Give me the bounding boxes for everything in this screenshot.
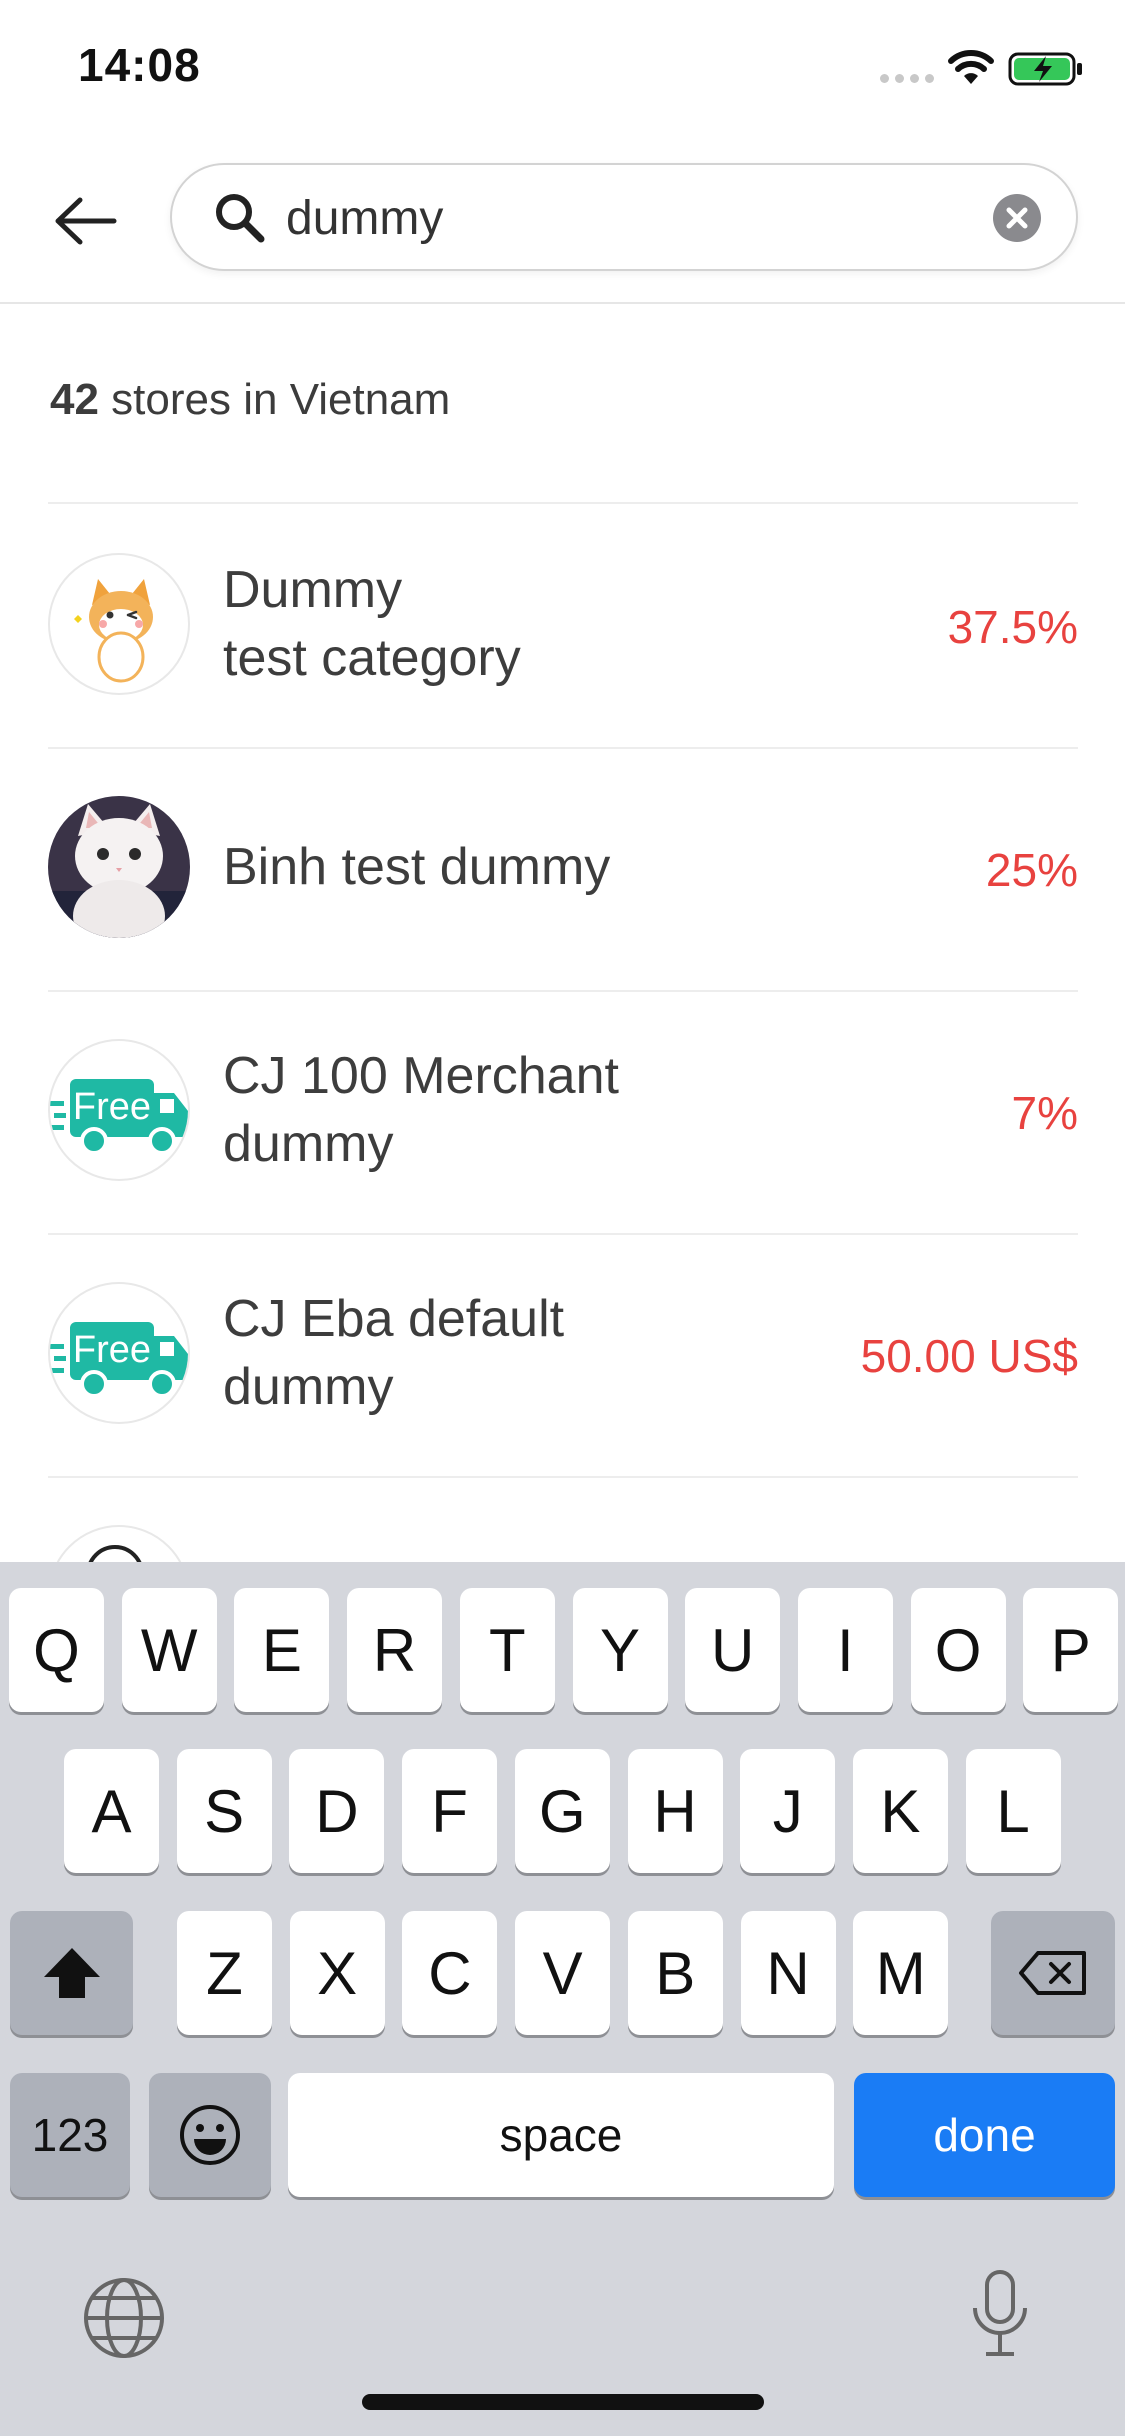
cartoon-cat-avatar: [48, 553, 190, 695]
result-count-label: stores in Vietnam: [98, 375, 451, 424]
numbers-key[interactable]: 123: [10, 2073, 130, 2197]
search-header: [0, 135, 1125, 304]
shift-icon: [43, 1948, 100, 1998]
key-n[interactable]: N: [740, 1911, 836, 2035]
search-icon: [216, 194, 265, 243]
key-h[interactable]: H: [627, 1749, 723, 1873]
clear-search-icon[interactable]: [992, 193, 1042, 243]
key-q[interactable]: Q: [9, 1588, 104, 1712]
status-time: 14:08: [78, 39, 201, 91]
store-name: Dummy test category: [223, 561, 521, 687]
store-avatar: [48, 1525, 190, 1565]
key-f[interactable]: F: [402, 1749, 498, 1873]
key-k[interactable]: K: [852, 1749, 948, 1873]
key-a[interactable]: A: [64, 1749, 159, 1873]
search-input[interactable]: [284, 179, 938, 257]
cellular-signal-icon: [880, 74, 934, 83]
space-key[interactable]: space: [288, 2073, 834, 2197]
wifi-icon: [948, 50, 994, 84]
key-o[interactable]: O: [910, 1588, 1006, 1712]
store-name: CJ Eba default dummy: [223, 1290, 565, 1416]
home-indicator: [362, 2394, 764, 2410]
truck-logo-text: Free: [73, 1086, 151, 1128]
store-row[interactable]: Free CJ Eba default dummy 50.00 US$: [48, 1233, 1078, 1478]
free-truck-logo: Free: [48, 1282, 190, 1424]
white-cat-photo: [48, 796, 190, 938]
shift-key[interactable]: [10, 1911, 133, 2035]
store-cashback-rate: 50.00 US$: [860, 1330, 1078, 1382]
key-z[interactable]: Z: [177, 1911, 272, 2035]
result-count: 42 stores in Vietnam: [50, 375, 450, 425]
key-c[interactable]: C: [402, 1911, 498, 2035]
store-row[interactable]: Free CJ 100 Merchant dummy 7%: [48, 990, 1078, 1235]
key-i[interactable]: I: [797, 1588, 893, 1712]
status-bar: 14:08: [0, 0, 1125, 135]
key-p[interactable]: P: [1023, 1588, 1119, 1712]
store-row-partial[interactable]: [48, 1525, 190, 1565]
key-u[interactable]: U: [685, 1588, 781, 1712]
key-j[interactable]: J: [740, 1749, 836, 1873]
key-w[interactable]: W: [121, 1588, 217, 1712]
key-x[interactable]: X: [289, 1911, 385, 2035]
microphone-icon[interactable]: [968, 2268, 1032, 2360]
store-row[interactable]: Dummy test category 37.5%: [48, 504, 1078, 749]
backspace-icon: [1019, 1951, 1086, 1995]
key-r[interactable]: R: [347, 1588, 443, 1712]
keyboard: QWERTYUIOP ASDFGHJKL ZXCVBNM 123 space d…: [0, 1562, 1125, 2436]
key-s[interactable]: S: [176, 1749, 272, 1873]
back-button[interactable]: [40, 181, 130, 261]
store-cashback-rate: 37.5%: [947, 601, 1078, 653]
emoji-icon: [180, 2105, 240, 2165]
key-b[interactable]: B: [627, 1911, 723, 2035]
key-y[interactable]: Y: [572, 1588, 668, 1712]
emoji-key[interactable]: [149, 2073, 271, 2197]
key-g[interactable]: G: [514, 1749, 610, 1873]
key-t[interactable]: T: [459, 1588, 555, 1712]
backspace-key[interactable]: [991, 1911, 1115, 2035]
free-truck-logo: Free: [48, 1039, 190, 1181]
store-row[interactable]: Binh test dummy 25%: [48, 747, 1078, 992]
store-cashback-rate: 25%: [985, 844, 1078, 896]
truck-logo-text: Free: [73, 1329, 151, 1371]
store-name: Binh test dummy: [223, 838, 611, 896]
store-cashback-rate: 7%: [1011, 1087, 1078, 1139]
battery-charging-icon: [1008, 52, 1082, 86]
arrow-left-icon: [55, 197, 117, 245]
key-d[interactable]: D: [289, 1749, 385, 1873]
search-box[interactable]: [170, 163, 1078, 271]
key-l[interactable]: L: [965, 1749, 1061, 1873]
store-name: CJ 100 Merchant dummy: [223, 1047, 619, 1173]
result-count-number: 42: [50, 375, 99, 424]
globe-icon[interactable]: [82, 2276, 166, 2360]
done-key[interactable]: done: [854, 2073, 1115, 2197]
key-m[interactable]: M: [853, 1911, 949, 2035]
key-v[interactable]: V: [515, 1911, 611, 2035]
key-e[interactable]: E: [234, 1588, 330, 1712]
